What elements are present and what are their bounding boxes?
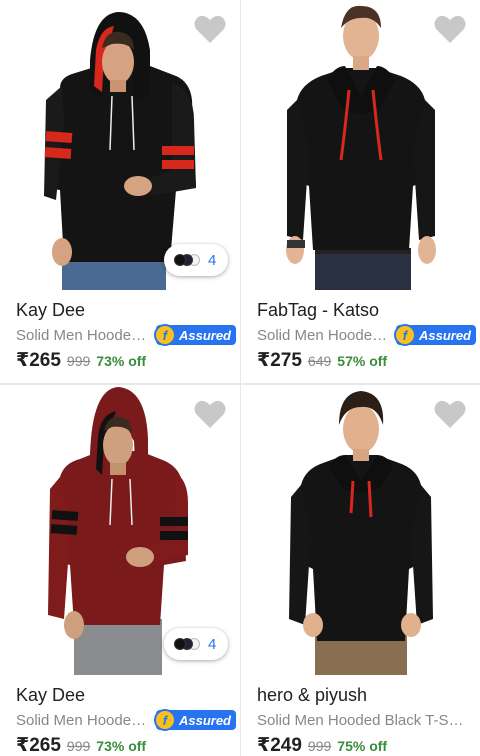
swatch-black-dot [174, 638, 186, 650]
product-title: Solid Men Hooded Black T-Shirt [257, 326, 392, 344]
assured-badge: f Assured [153, 324, 236, 346]
product-mrp: 999 [66, 353, 91, 369]
product-mrp: 999 [66, 738, 91, 754]
product-image[interactable]: 4 [0, 0, 240, 290]
product-discount: 75% off [337, 738, 388, 754]
product-discount: 73% off [96, 738, 147, 754]
assured-badge: f Assured [393, 324, 476, 346]
product-price: ₹265 [16, 350, 61, 371]
product-brand: Kay Dee [16, 685, 86, 705]
wishlist-heart-icon[interactable] [194, 14, 226, 44]
wishlist-heart-icon[interactable] [194, 399, 226, 429]
product-info: Kay Dee Solid Men Hooded Red, Black T-Sh… [16, 300, 236, 372]
color-swatch-selector[interactable]: 4 [164, 628, 228, 660]
swatch-count: 4 [208, 251, 217, 269]
product-title: Solid Men Hooded Black T-Shirt [257, 711, 467, 729]
product-card[interactable]: 4 Kay Dee Solid Men Hooded Red, Black T-… [0, 0, 240, 383]
product-info: hero & piyush Solid Men Hooded Black T-S… [257, 685, 476, 756]
product-discount: 57% off [337, 353, 388, 369]
product-card[interactable]: 4 Kay Dee Solid Men Hooded Maroon T-Shir… [0, 385, 240, 756]
assured-label: Assured [178, 712, 231, 728]
product-info: Kay Dee Solid Men Hooded Maroon T-Shirt … [16, 685, 236, 756]
product-brand: FabTag - Katso [257, 300, 380, 320]
product-image[interactable]: 4 [0, 385, 240, 675]
product-title: Solid Men Hooded Red, Black T-Shirt [16, 326, 152, 344]
assured-f-icon: f [153, 324, 176, 346]
product-discount: 73% off [96, 353, 147, 369]
assured-f-icon: f [153, 709, 176, 731]
product-mrp: 649 [307, 353, 332, 369]
assured-label: Assured [418, 327, 471, 343]
product-brand: hero & piyush [257, 685, 368, 705]
swatch-count: 4 [208, 635, 217, 653]
swatch-black-dot [174, 254, 186, 266]
wishlist-heart-icon[interactable] [434, 399, 466, 429]
product-brand: Kay Dee [16, 300, 86, 320]
assured-label: Assured [178, 327, 231, 343]
product-price: ₹249 [257, 735, 302, 756]
assured-badge: f Assured [153, 709, 236, 731]
product-card[interactable]: FabTag - Katso Solid Men Hooded Black T-… [241, 0, 480, 383]
wishlist-heart-icon[interactable] [434, 14, 466, 44]
color-swatch-selector[interactable]: 4 [164, 244, 228, 276]
product-title: Solid Men Hooded Maroon T-Shirt [16, 711, 152, 729]
product-price: ₹275 [257, 350, 302, 371]
product-info: FabTag - Katso Solid Men Hooded Black T-… [257, 300, 476, 372]
assured-f-icon: f [393, 324, 416, 346]
product-price: ₹265 [16, 735, 61, 756]
product-mrp: 999 [307, 738, 332, 754]
product-image[interactable] [241, 0, 480, 290]
product-image[interactable] [241, 385, 480, 675]
product-grid: 4 Kay Dee Solid Men Hooded Red, Black T-… [0, 0, 480, 756]
product-card[interactable]: hero & piyush Solid Men Hooded Black T-S… [241, 385, 480, 756]
